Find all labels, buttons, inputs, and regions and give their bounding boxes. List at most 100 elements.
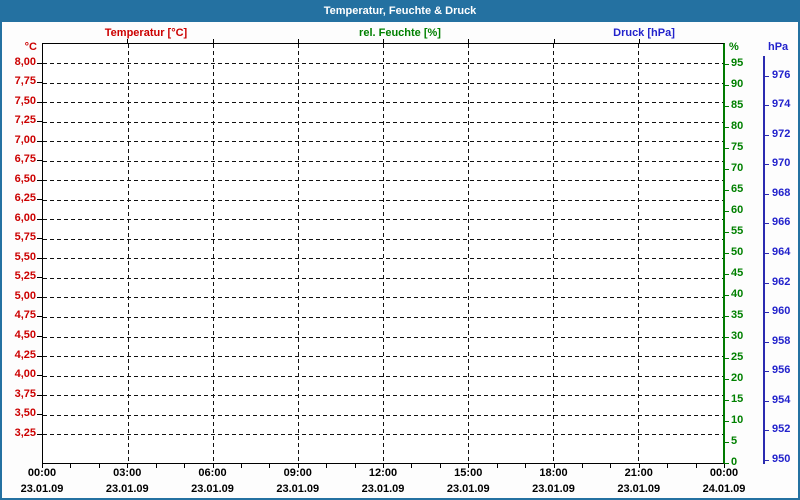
- pressure-axis-tick-mark: [763, 105, 769, 107]
- humidity-axis-tick-label: 65: [731, 183, 744, 195]
- humidity-axis-tick-mark: [724, 64, 729, 65]
- temp-axis-tick-mark: [37, 375, 42, 377]
- pressure-axis-tick-mark: [763, 312, 769, 314]
- temp-axis-tick-mark: [37, 316, 42, 318]
- humidity-axis-tick-label: 35: [731, 309, 744, 321]
- pressure-axis-tick-mark: [763, 164, 769, 166]
- humidity-axis-tick-mark: [724, 253, 729, 254]
- temp-axis-tick-mark: [37, 160, 42, 162]
- pressure-axis-tick-label: 954: [772, 393, 791, 406]
- temp-axis-tick-label: 3,25: [14, 426, 36, 439]
- x-axis-date-label: 23.01.09: [532, 483, 575, 495]
- temp-axis-tick-mark: [37, 121, 42, 123]
- humidity-axis-tick-mark: [724, 148, 729, 149]
- pressure-axis-tick-mark: [763, 75, 769, 77]
- x-axis-hour-tick-mark: [468, 464, 470, 468]
- temp-axis-tick-label: 8,00: [14, 55, 36, 68]
- temp-axis-tick-mark: [37, 218, 42, 220]
- pressure-axis-unit-label: hPa: [768, 41, 789, 53]
- window-title-bar: Temperatur, Feuchte & Druck: [2, 2, 798, 22]
- pressure-axis-tick-mark: [763, 193, 769, 195]
- temp-axis-tick-mark: [37, 336, 42, 338]
- x-axis-time-label: 09:00: [283, 467, 312, 479]
- temp-axis-tick-mark: [37, 179, 42, 181]
- pressure-axis-tick-label: 974: [772, 98, 791, 111]
- temp-axis-tick-label: 4,75: [14, 309, 36, 322]
- humidity-axis-tick-label: 30: [731, 330, 744, 342]
- x-axis-top-tick-mark: [212, 39, 214, 43]
- temp-axis-tick-label: 6,75: [14, 153, 36, 166]
- v-gridline: [467, 44, 469, 463]
- x-axis-hour-tick-mark: [240, 464, 242, 468]
- pressure-axis-tick-mark: [763, 371, 769, 373]
- humidity-axis-tick-mark: [724, 106, 729, 107]
- temp-axis-tick-label: 6,25: [14, 192, 36, 205]
- humidity-axis-tick-label: 40: [731, 288, 744, 300]
- x-axis-date-label: 23.01.09: [276, 483, 320, 495]
- humidity-axis-tick-label: 60: [731, 204, 744, 216]
- temp-axis-tick-mark: [37, 257, 42, 259]
- temp-axis-tick-mark: [37, 62, 42, 64]
- humidity-axis-tick-label: 50: [731, 246, 744, 258]
- x-axis-hour-tick-mark: [326, 464, 328, 468]
- pressure-axis-tick-label: 966: [772, 216, 791, 229]
- temp-axis-tick-mark: [37, 140, 42, 142]
- temp-axis-unit-label: °C: [24, 41, 37, 53]
- pressure-axis-tick-label: 960: [772, 305, 791, 318]
- v-gridline: [382, 44, 384, 463]
- pressure-axis-tick-mark: [763, 430, 769, 432]
- pressure-axis-tick-label: 964: [772, 246, 791, 258]
- humidity-axis-tick-label: 10: [731, 414, 744, 426]
- temp-axis-tick-mark: [37, 296, 42, 298]
- temp-axis-tick-label: 4,25: [14, 348, 36, 361]
- x-axis-date-label: 23.01.09: [20, 483, 64, 495]
- temp-axis-tick-mark: [37, 238, 42, 240]
- pressure-axis-tick-label: 956: [772, 364, 791, 377]
- temp-axis-tick-mark: [37, 101, 42, 103]
- humidity-axis-unit-label: %: [729, 41, 739, 53]
- temp-axis-tick-label: 4,00: [14, 368, 36, 381]
- x-axis-hour-tick-mark: [667, 464, 669, 468]
- temp-axis-tick-mark: [37, 414, 42, 416]
- v-gridline: [637, 44, 639, 463]
- x-axis-hour-tick-mark: [297, 464, 299, 468]
- x-axis-hour-tick-mark: [42, 464, 43, 468]
- x-axis-top-tick-mark: [383, 39, 384, 43]
- x-axis-top-tick-mark: [297, 39, 299, 43]
- x-axis-hour-tick-mark: [610, 464, 612, 468]
- x-axis-hour-tick-mark: [496, 464, 498, 468]
- humidity-axis-tick-mark: [724, 316, 729, 317]
- x-axis-top-tick-mark: [468, 39, 470, 43]
- x-axis-time-label: 06:00: [198, 467, 227, 479]
- humidity-axis-tick-label: 55: [731, 225, 744, 237]
- humidity-axis-tick-mark: [724, 442, 729, 443]
- pressure-axis-tick-label: 972: [772, 127, 791, 140]
- x-axis-time-label: 00:00: [709, 467, 739, 479]
- pressure-axis-tick-mark: [763, 134, 769, 136]
- humidity-axis-tick-label: 70: [731, 162, 744, 174]
- pressure-axis-tick-mark: [763, 460, 769, 462]
- humidity-axis-tick-label: 75: [731, 141, 744, 153]
- humidity-axis-tick-label: 15: [731, 393, 744, 405]
- v-gridline: [297, 44, 299, 463]
- temp-axis-tick-label: 5,50: [14, 250, 36, 263]
- x-axis-hour-tick-mark: [383, 464, 384, 468]
- humidity-axis-tick-mark: [724, 400, 729, 401]
- temp-axis-tick-mark: [37, 199, 42, 201]
- humidity-axis-tick-mark: [724, 358, 729, 359]
- humidity-axis-tick-label: 5: [731, 435, 738, 447]
- x-axis-hour-tick-mark: [269, 464, 271, 468]
- temp-axis-tick-label: 5,75: [14, 231, 36, 244]
- temp-axis-tick-mark: [37, 82, 42, 84]
- x-axis-date-label: 24.01.09: [702, 483, 746, 495]
- temp-axis-tick-label: 7,00: [14, 133, 36, 146]
- pressure-axis-tick-label: 976: [772, 68, 791, 81]
- x-axis-date-label: 23.01.09: [446, 483, 490, 495]
- x-axis-hour-tick-mark: [439, 464, 441, 468]
- humidity-axis-tick-label: 45: [731, 267, 744, 279]
- temp-axis-tick-label: 5,00: [14, 289, 36, 302]
- temp-axis-tick-mark: [37, 277, 42, 279]
- pressure-axis-tick-mark: [763, 223, 769, 225]
- humidity-axis-tick-mark: [724, 379, 729, 380]
- pressure-axis-tick-mark: [763, 400, 769, 402]
